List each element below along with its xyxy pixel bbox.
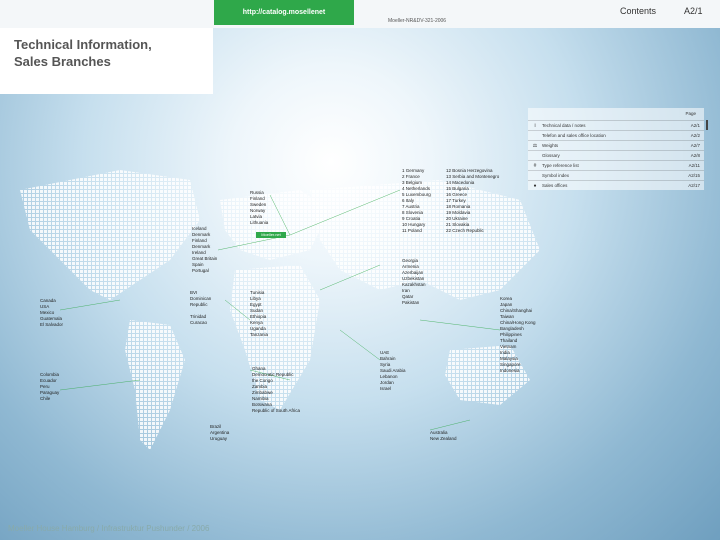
country-list-tunisia-block: Tunisia Libya Egypt Sudan Ethiopia Kenya… xyxy=(250,290,269,337)
country-list-asia: Korea Japan China/Shanghai Taiwan China/… xyxy=(500,296,536,373)
country-list-africa-south: Ghana Democratic Republic the Congo Zamb… xyxy=(252,366,301,413)
globe-icon: ● xyxy=(533,182,537,189)
country-list-south-atlantic: Brazil Argentina Uruguay xyxy=(210,424,230,441)
country-list-oceania: Australia New Zealand xyxy=(430,430,457,441)
contents-row[interactable]: ⚖ Weights A2/7 xyxy=(528,140,704,150)
country-list-numbered-b: 12 Bosnia Herzegovina 13 Serbia and Mont… xyxy=(446,168,500,233)
contents-row[interactable]: ● Sales offices A2/17 xyxy=(528,180,704,190)
country-list-caribbean: BVI Dominican Republic xyxy=(190,290,212,307)
scale-icon: ⚖ xyxy=(532,142,538,149)
moeller-net-tag[interactable]: Moeller.net xyxy=(256,232,286,238)
country-list-mideast: UAE Bahrain Syria Saudi Arabia Lebanon J… xyxy=(380,350,406,391)
section-label: Contents xyxy=(620,6,657,16)
contents-row[interactable]: Telefon and sales office location A2/2 xyxy=(528,130,704,140)
side-marker xyxy=(706,120,708,130)
page-title-line2: Sales Branches xyxy=(14,54,111,69)
contents-row[interactable]: # Type reference list A2/11 xyxy=(528,160,704,170)
hash-icon: # xyxy=(533,162,537,169)
url-tab[interactable]: http://catalog.mosellenet xyxy=(214,0,354,25)
footer-caption: Moeller House Hamburg / Infrastruktur Pu… xyxy=(8,524,210,533)
title-box: Technical Information, Sales Branches xyxy=(0,28,213,94)
country-list-trinidad: Trinidad Curacao xyxy=(190,314,208,325)
barcode-text: Moeller-NR&DV-321-2006 xyxy=(388,18,447,24)
contents-row[interactable]: i Technical data / notes A2/1 xyxy=(528,120,704,130)
country-list-north-europe: Russia Finland Sweden Norway Latvia Lith… xyxy=(250,190,269,225)
country-list-south-america: Colombia Ecuador Peru Paraguay Chile xyxy=(40,372,60,401)
page-title-line1: Technical Information, xyxy=(14,37,152,52)
info-icon: i xyxy=(534,122,536,129)
south-america-shape xyxy=(125,320,185,450)
contents-row[interactable]: Glossary A2/8 xyxy=(528,150,704,160)
contents-row[interactable]: Symbol index A2/15 xyxy=(528,170,704,180)
north-america-shape xyxy=(20,170,200,300)
country-list-north-america: Canada USA Mexico Guatemala El Salvador xyxy=(40,298,64,327)
page-reference: A2/1 xyxy=(684,6,703,16)
contents-heading: Page xyxy=(685,111,696,116)
country-list-west-europe: Iceland Denmark Finland Denmark Ireland … xyxy=(192,226,218,273)
contents-table: Page i Technical data / notes A2/1 Telef… xyxy=(528,108,704,190)
country-list-numbered-a: 1 Germany 2 France 3 Belgium 4 Netherlan… xyxy=(402,168,431,233)
country-list-caucasus: Georgia Armenia Azerbaijan Uzbekistan Ka… xyxy=(402,258,426,305)
header-bar: http://catalog.mosellenet Moeller-NR&DV-… xyxy=(0,0,720,28)
